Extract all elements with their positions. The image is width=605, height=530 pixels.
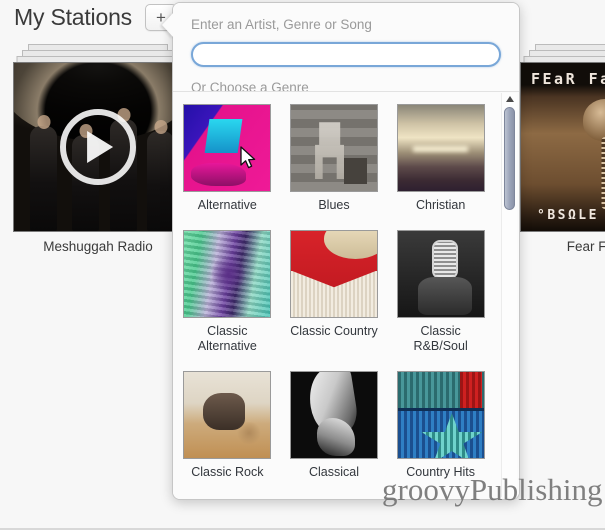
page-title: My Stations [14, 4, 132, 30]
genre-thumbnail [396, 230, 485, 318]
scroll-up-arrow-icon[interactable] [505, 96, 514, 102]
genre-thumbnail [396, 371, 485, 459]
genre-label: Christian [415, 198, 466, 212]
pandora-stations-app: My Stations + Meshuggah Radio FEaR F °BS… [0, 0, 605, 530]
search-input[interactable] [191, 42, 501, 67]
station-card-meshuggah[interactable]: Meshuggah Radio [13, 44, 183, 254]
band-figure [147, 131, 174, 231]
genre-tile-christian[interactable]: Christian [394, 104, 487, 213]
station-artwork: FEaR Fac °BSΩLE [520, 62, 605, 232]
album-title-text: °BSΩLE [537, 208, 599, 223]
popover-search-section: Enter an Artist, Genre or Song Or Choose… [173, 3, 519, 95]
genre-label: Alternative [197, 198, 257, 212]
genre-thumbnail [183, 230, 272, 318]
genre-label: Classical [308, 465, 359, 479]
scrollbar-thumb[interactable] [504, 107, 515, 210]
genre-thumbnail [183, 104, 272, 192]
search-prompt-label: Enter an Artist, Genre or Song [191, 17, 372, 32]
station-name: Fear Factory [566, 239, 605, 254]
genre-tile-classic-rock[interactable]: Classic Rock [181, 371, 274, 480]
genre-grid: Alternative Blues Christian Classic Alte… [181, 104, 487, 480]
station-artwork [13, 62, 183, 232]
genre-label: Classic R&B/Soul [413, 324, 468, 353]
genre-tile-blues[interactable]: Blues [288, 104, 381, 213]
station-name: Meshuggah Radio [43, 239, 153, 254]
star-shape [421, 413, 483, 458]
genre-tile-alternative[interactable]: Alternative [181, 104, 274, 213]
station-card-fear-factory[interactable]: FEaR Fac °BSΩLE Fear Factory [520, 44, 605, 254]
genre-tile-classic-rb-soul[interactable]: Classic R&B/Soul [394, 230, 487, 354]
genre-label: Classic Rock [191, 465, 264, 479]
genre-label: Blues [318, 198, 350, 212]
genre-thumbnail [183, 371, 272, 459]
play-button[interactable] [60, 109, 136, 185]
genre-label: Classic Country [290, 324, 378, 338]
album-band-text: FEaR Fac [531, 70, 605, 88]
genre-thumbnail [289, 104, 378, 192]
genre-thumbnail [289, 371, 378, 459]
genre-thumbnail [396, 104, 485, 192]
genre-tile-classical[interactable]: Classical [288, 371, 381, 480]
spine-shape [601, 137, 605, 209]
genre-label: Classic Alternative [197, 324, 257, 353]
album-spine-art [568, 99, 605, 209]
skull-shape [583, 99, 605, 141]
stations-header: My Stations + [14, 4, 177, 31]
genre-tile-country-hits[interactable]: Country Hits [394, 371, 487, 480]
genre-tile-classic-country[interactable]: Classic Country [288, 230, 381, 354]
popover-pointer [162, 12, 174, 38]
band-figure [30, 126, 57, 231]
add-station-popover: Enter an Artist, Genre or Song Or Choose… [172, 2, 520, 500]
watermark: groovyPublishing [382, 472, 603, 507]
genre-tile-classic-alternative[interactable]: Classic Alternative [181, 230, 274, 354]
genre-scrollbar[interactable] [501, 93, 517, 497]
genre-thumbnail [289, 230, 378, 318]
genre-scroll-region[interactable]: Alternative Blues Christian Classic Alte… [173, 92, 519, 499]
